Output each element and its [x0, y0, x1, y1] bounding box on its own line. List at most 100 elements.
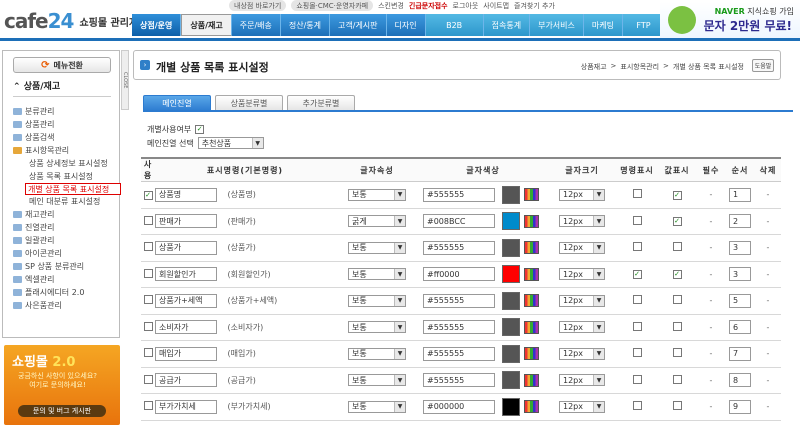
display-name-input[interactable]: 매입가 — [155, 346, 217, 361]
toplink-store[interactable]: 내상점 바로가기 — [229, 0, 287, 11]
color-input[interactable]: #555555 — [423, 293, 495, 308]
sidebar-item[interactable]: 상품 상세정보 표시설정 — [13, 157, 119, 170]
nav-stats[interactable]: 접속통계 — [483, 14, 531, 36]
show-name-checkbox[interactable] — [632, 295, 642, 305]
color-input[interactable]: #555555 — [423, 373, 495, 388]
order-input[interactable]: 3 — [729, 267, 751, 282]
color-input[interactable]: #008BCC — [423, 214, 495, 229]
nav-customers[interactable]: 고객/게시판 — [330, 14, 387, 36]
show-name-checkbox[interactable] — [632, 242, 642, 252]
show-value-checkbox[interactable]: ✓ — [672, 217, 682, 227]
palette-icon[interactable] — [524, 373, 540, 387]
font-style-select[interactable]: 보통 ▼ — [348, 347, 406, 360]
use-checkbox[interactable] — [143, 295, 153, 305]
sidebar-item[interactable]: 상품 목록 표시설정 — [13, 170, 119, 183]
tab-by-extra-category[interactable]: 추가분류별 — [287, 95, 355, 111]
use-checkbox[interactable] — [143, 215, 153, 225]
sidebar-item[interactable]: 아이콘관리 — [13, 247, 119, 260]
color-input[interactable]: #ff0000 — [423, 267, 495, 282]
show-name-checkbox[interactable] — [632, 348, 642, 358]
nav-settlement[interactable]: 정산/통계 — [280, 14, 331, 36]
nav-products[interactable]: 상품/재고 — [181, 14, 232, 36]
use-checkbox[interactable] — [143, 374, 153, 384]
display-name-input[interactable]: 상품명 — [155, 187, 217, 202]
show-value-checkbox[interactable]: ✓ — [672, 270, 682, 280]
font-style-select[interactable]: 보통 ▼ — [348, 400, 406, 413]
font-size-select[interactable]: 12px ▼ — [559, 347, 605, 360]
display-name-input[interactable]: 회원할인가 — [155, 267, 217, 282]
tab-main-display[interactable]: 메인진열 — [143, 95, 211, 111]
font-size-select[interactable]: 12px ▼ — [559, 321, 605, 334]
palette-icon[interactable] — [524, 347, 540, 361]
palette-icon[interactable] — [524, 241, 540, 255]
show-value-checkbox[interactable]: ✓ — [672, 190, 682, 200]
font-size-select[interactable]: 12px ▼ — [559, 268, 605, 281]
nav-orders[interactable]: 주문/배송 — [231, 14, 281, 36]
show-value-checkbox[interactable] — [672, 295, 682, 305]
side-ad-banner[interactable]: 쇼핑몰 2.0 궁금하신 사항이 있으세요? 여기로 문의하세요! 문의 및 버그… — [4, 345, 120, 425]
sidebar-close-toggle[interactable]: CLOSE — [121, 50, 129, 110]
show-name-checkbox[interactable]: ✓ — [632, 270, 642, 280]
use-checkbox[interactable]: ✓ — [143, 190, 153, 200]
font-style-select[interactable]: 보통 ▼ — [348, 188, 406, 201]
color-input[interactable]: #555555 — [423, 346, 495, 361]
use-checkbox[interactable] — [143, 242, 153, 252]
font-style-select[interactable]: 보통 ▼ — [348, 321, 406, 334]
color-input[interactable]: #000000 — [423, 399, 495, 414]
font-size-select[interactable]: 12px ▼ — [559, 400, 605, 413]
sidebar-item[interactable]: 개별 상품 목록 표시설정 — [25, 183, 121, 195]
nav-marketing[interactable]: 마케팅 — [583, 14, 623, 36]
font-style-select[interactable]: 보통 ▼ — [348, 294, 406, 307]
sidebar-item[interactable]: 플래시에디터 2.0 — [13, 286, 119, 299]
font-style-select[interactable]: 굵게 ▼ — [348, 215, 406, 228]
show-value-checkbox[interactable] — [672, 321, 682, 331]
show-value-checkbox[interactable] — [672, 348, 682, 358]
use-checkbox[interactable] — [143, 348, 153, 358]
color-input[interactable]: #555555 — [423, 240, 495, 255]
show-value-checkbox[interactable] — [672, 242, 682, 252]
order-input[interactable]: 1 — [729, 187, 751, 202]
ad-board-button[interactable]: 문의 및 버그 게시판 — [18, 405, 106, 417]
palette-icon[interactable] — [524, 267, 540, 281]
sidebar-item[interactable]: 사은품관리 — [13, 299, 119, 312]
main-display-select[interactable]: 추천상품 ▼ — [197, 137, 264, 149]
nav-design[interactable]: 디자인 — [386, 14, 426, 36]
sidebar-item[interactable]: 진열관리 — [13, 221, 119, 234]
show-name-checkbox[interactable] — [632, 321, 642, 331]
palette-icon[interactable] — [524, 294, 540, 308]
use-checkbox[interactable] — [143, 268, 153, 278]
palette-icon[interactable] — [524, 214, 540, 228]
breadcrumb-item[interactable]: 상품재고 — [581, 62, 607, 72]
use-checkbox[interactable] — [143, 401, 153, 411]
sidebar-item[interactable]: 재고관리 — [13, 208, 119, 221]
font-style-select[interactable]: 보통 ▼ — [348, 268, 406, 281]
display-name-input[interactable]: 소비자가 — [155, 320, 217, 335]
sidebar-item[interactable]: 엑셀관리 — [13, 273, 119, 286]
font-size-select[interactable]: 12px ▼ — [559, 374, 605, 387]
order-input[interactable]: 7 — [729, 346, 751, 361]
palette-icon[interactable] — [524, 188, 540, 202]
show-value-checkbox[interactable] — [672, 401, 682, 411]
sidebar-item[interactable]: 메인 대분류 표시설정 — [13, 195, 119, 208]
show-name-checkbox[interactable] — [632, 215, 642, 225]
breadcrumb-item[interactable]: 표시항목관리 — [620, 62, 659, 72]
sidebar-item[interactable]: 상품검색 — [13, 131, 119, 144]
order-input[interactable]: 9 — [729, 399, 751, 414]
sidebar-item[interactable]: SP 상품 분류관리 — [13, 260, 119, 273]
toplink-skin[interactable]: 스킨변경 — [378, 0, 404, 11]
nav-ftp[interactable]: FTP — [622, 14, 665, 36]
order-input[interactable]: 2 — [729, 214, 751, 229]
logo[interactable]: cafe24 쇼핑몰 관리자 — [4, 6, 138, 36]
color-input[interactable]: #555555 — [423, 187, 495, 202]
display-name-input[interactable]: 상품가+세액 — [155, 293, 217, 308]
font-size-select[interactable]: 12px ▼ — [559, 294, 605, 307]
toplink-logout[interactable]: 로그아웃 — [453, 0, 479, 11]
palette-icon[interactable] — [524, 320, 540, 334]
sidebar-item[interactable]: 상품관리 — [13, 118, 119, 131]
nav-b2b[interactable]: B2B — [425, 14, 484, 36]
show-name-checkbox[interactable] — [632, 189, 642, 199]
sidebar-item[interactable]: 표시항목관리 — [13, 144, 119, 157]
toplink-sms[interactable]: 긴급문자접수 — [409, 0, 448, 11]
display-name-input[interactable]: 상품가 — [155, 240, 217, 255]
color-input[interactable]: #555555 — [423, 320, 495, 335]
